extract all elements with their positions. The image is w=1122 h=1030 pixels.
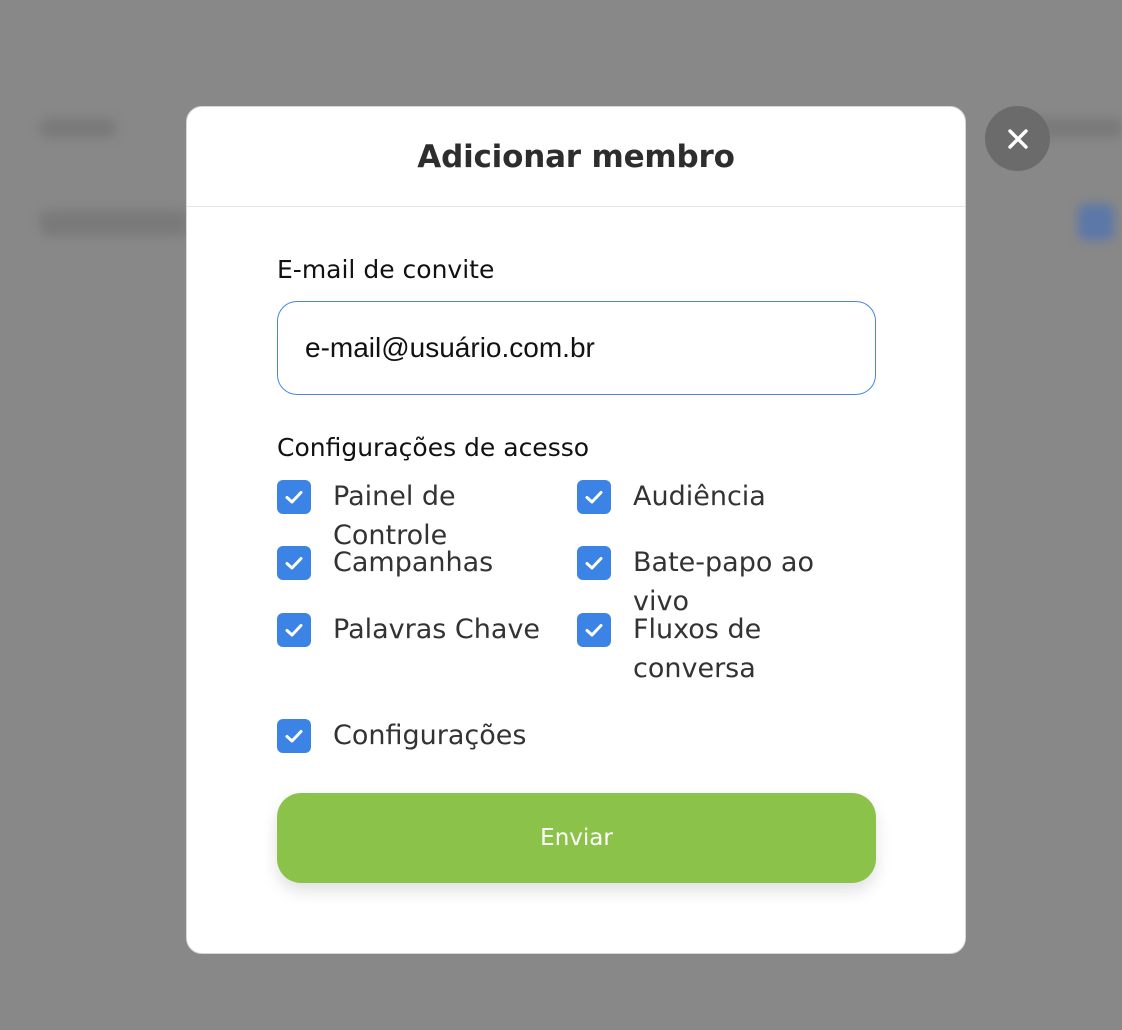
permission-label: Campanhas	[333, 547, 494, 578]
check-icon	[285, 730, 303, 743]
close-button[interactable]	[985, 106, 1050, 171]
check-icon	[585, 624, 603, 637]
permission-campaigns[interactable]: Campanhas	[277, 546, 577, 582]
background-button	[1078, 204, 1114, 240]
modal-title: Adicionar membro	[417, 138, 735, 175]
checkbox-keywords[interactable]	[277, 613, 311, 647]
access-settings-label: Configurações de acesso	[277, 433, 590, 462]
check-icon	[285, 624, 303, 637]
check-icon	[585, 557, 603, 570]
permission-label: Fluxos de conversa	[633, 614, 762, 684]
checkbox-campaigns[interactable]	[277, 546, 311, 580]
checkbox-conversation-flows[interactable]	[577, 613, 611, 647]
check-icon	[585, 491, 603, 504]
close-icon	[1007, 128, 1028, 149]
check-icon	[285, 491, 303, 504]
add-member-modal: Adicionar membro E-mail de convite Confi…	[186, 106, 966, 954]
permission-label: Audiência	[633, 481, 766, 512]
permission-keywords[interactable]: Palavras Chave	[277, 613, 577, 649]
background-text	[40, 210, 188, 236]
permission-conversation-flows[interactable]: Fluxos de conversa	[577, 613, 877, 688]
email-field[interactable]	[277, 301, 876, 395]
modal-header: Adicionar membro	[187, 107, 965, 207]
email-label: E-mail de convite	[277, 255, 495, 284]
background-text	[40, 118, 116, 138]
permission-settings[interactable]: Configurações	[277, 719, 577, 755]
send-button[interactable]: Enviar	[277, 793, 876, 883]
permission-label: Palavras Chave	[333, 614, 541, 645]
permission-audience[interactable]: Audiência	[577, 480, 877, 516]
checkbox-dashboard[interactable]	[277, 480, 311, 514]
checkbox-audience[interactable]	[577, 480, 611, 514]
checkbox-settings[interactable]	[277, 719, 311, 753]
check-icon	[285, 557, 303, 570]
permission-label: Configurações	[333, 720, 527, 751]
checkbox-live-chat[interactable]	[577, 546, 611, 580]
